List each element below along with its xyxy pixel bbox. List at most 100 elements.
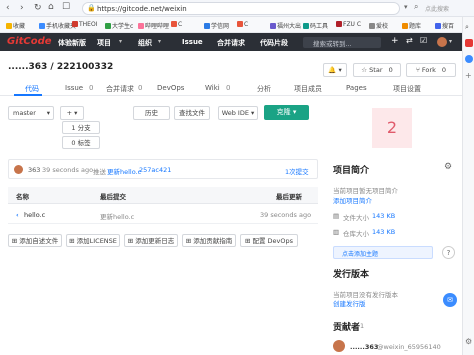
- side-add-icon[interactable]: +: [465, 71, 472, 80]
- bookmark-item[interactable]: 爱校: [369, 21, 388, 30]
- gitcode-logo[interactable]: GitCode: [7, 36, 52, 47]
- web-ide-label: Web IDE: [221, 109, 249, 117]
- add-license-button[interactable]: ⊞ 添加LICENSE: [66, 234, 120, 247]
- branch-select[interactable]: master ▾: [8, 106, 54, 120]
- forward-icon[interactable]: ›: [20, 3, 24, 13]
- nav-groups[interactable]: 组织: [138, 38, 152, 48]
- todo-icon[interactable]: ☑: [420, 36, 427, 45]
- refresh-icon[interactable]: ↻: [34, 3, 42, 13]
- url-input[interactable]: 🔒 https://gitcode.net/weixin: [82, 2, 400, 15]
- commit-message[interactable]: 更新hello.c: [107, 166, 141, 176]
- tab-wiki[interactable]: Wiki: [205, 84, 220, 92]
- table-row[interactable]: ‹ hello.c 更新hello.c 39 seconds ago: [8, 206, 318, 224]
- avatar[interactable]: [437, 37, 447, 47]
- back-icon[interactable]: ‹: [6, 3, 10, 13]
- commit-count[interactable]: 1次提交: [285, 166, 309, 176]
- bookmark-item[interactable]: FZU C: [336, 21, 361, 28]
- bookmark-item[interactable]: 搜百: [435, 21, 454, 30]
- file-commit[interactable]: 更新hello.c: [100, 211, 134, 221]
- project-intro-title: 项目简介: [333, 166, 370, 176]
- fork-icon: ⑂: [415, 66, 420, 74]
- clone-button[interactable]: 克隆 ▾: [264, 105, 309, 120]
- browser-search-placeholder[interactable]: 点此搜索: [425, 4, 449, 13]
- nav-merge-requests[interactable]: 合并请求: [217, 38, 245, 48]
- contributor-name[interactable]: ......363: [350, 343, 378, 351]
- add-intro-link[interactable]: 添加项目简介: [333, 195, 372, 205]
- bookmark-item[interactable]: 题库: [402, 21, 421, 30]
- history-button[interactable]: 历史: [133, 106, 170, 120]
- create-release-link[interactable]: 创建发行版: [333, 298, 366, 308]
- commit-author[interactable]: 363: [28, 166, 40, 174]
- nav-projects[interactable]: 项目: [97, 38, 111, 48]
- bookmark-favicon-icon: [336, 21, 342, 27]
- search-icon[interactable]: ⌕: [414, 2, 418, 12]
- bookmark-label: C: [244, 21, 249, 28]
- mr-icon[interactable]: ⇄: [406, 36, 413, 45]
- branch-select-value: master: [13, 109, 36, 117]
- bookmark-item[interactable]: 大学生c: [105, 21, 133, 30]
- side-blue-icon[interactable]: [465, 55, 473, 63]
- add-contributing-label: 添加贡献指南: [193, 237, 233, 245]
- tab-settings[interactable]: 项目设置: [393, 84, 421, 94]
- tab-code[interactable]: 代码: [25, 84, 39, 94]
- tab-pages[interactable]: Pages: [346, 84, 367, 92]
- tags-stat[interactable]: 0 标签: [62, 136, 100, 149]
- tab-merge-requests[interactable]: 合并请求: [106, 84, 134, 94]
- repo-name[interactable]: ......363 / 222100332: [8, 62, 113, 72]
- bookmark-item[interactable]: 学信网: [204, 21, 229, 30]
- add-changelog-button[interactable]: ⊞ 添加更新日志: [124, 234, 178, 247]
- bookmark-item[interactable]: C: [171, 21, 182, 28]
- plus-box-icon: ⊞: [69, 237, 75, 245]
- nav-search-input[interactable]: 搜索或转到...: [303, 37, 381, 48]
- help-icon[interactable]: ?: [442, 246, 455, 259]
- bookmark-item[interactable]: 福州大出: [270, 21, 301, 30]
- bookmark-item[interactable]: 哔哩哔哩: [138, 21, 169, 30]
- chevron-down-icon: ▾: [46, 109, 50, 117]
- home-icon[interactable]: ⌂: [48, 2, 54, 12]
- add-readme-button[interactable]: ⊞ 添加自述文件: [8, 234, 62, 247]
- bookmarks-bar: 收藏 手机收藏夹 THEOI 大学生c 哔哩哔哩 C 学信网 C 福州大出 码工具 FZU C 爱校 题…: [0, 17, 474, 33]
- bookmark-item[interactable]: C: [237, 21, 248, 28]
- nav-snippets[interactable]: 代码片段: [260, 38, 288, 48]
- add-dropdown-button[interactable]: + ▾: [60, 106, 84, 120]
- header-name: 名称: [16, 193, 29, 201]
- tab-issue[interactable]: Issue: [65, 84, 83, 92]
- star-button[interactable]: ☆ Star 0: [353, 63, 401, 77]
- side-red-icon[interactable]: [465, 39, 473, 47]
- web-ide-button[interactable]: Web IDE ▾: [218, 106, 258, 120]
- chat-icon[interactable]: ✉: [443, 293, 457, 307]
- tab-members[interactable]: 项目成员: [294, 84, 322, 94]
- bookmark-item[interactable]: 手机收藏夹: [39, 21, 76, 30]
- chevron-down-icon[interactable]: ▾: [449, 38, 452, 45]
- fork-button[interactable]: ⑂ Fork 0: [406, 63, 456, 77]
- file-icon: ‹: [16, 211, 19, 219]
- branches-stat[interactable]: 1 分支: [62, 121, 100, 134]
- chevron-down-icon: ▾: [119, 38, 123, 45]
- configure-devops-label: 配置 DevOps: [252, 237, 294, 245]
- find-file-button[interactable]: 查找文件: [174, 106, 210, 120]
- file-name[interactable]: hello.c: [24, 211, 45, 219]
- commit-hash[interactable]: 257ac421: [139, 166, 171, 174]
- nav-search-placeholder: 搜索或转到...: [313, 40, 352, 48]
- nav-issues[interactable]: Issue: [182, 38, 203, 46]
- repo-tabs: 代码 Issue 0 合并请求 0 DevOps Wiki 0 分析 项目成员 …: [0, 80, 462, 96]
- add-topics-button[interactable]: 点击添加主题: [333, 246, 433, 259]
- bookmark-item[interactable]: 收藏: [6, 21, 25, 30]
- configure-devops-button[interactable]: ⊞ 配置 DevOps: [240, 234, 298, 247]
- contributor-handle: @weixin_65956140: [377, 343, 441, 351]
- file-size-icon: ▤: [333, 212, 340, 220]
- dropdown-icon[interactable]: ▾: [404, 3, 408, 11]
- nav-new-version[interactable]: 体验新版: [58, 38, 86, 48]
- side-settings-icon[interactable]: ⚙: [465, 337, 472, 346]
- notification-button[interactable]: 🔔 ▾: [323, 63, 347, 77]
- add-contributing-button[interactable]: ⊞ 添加贡献指南: [182, 234, 236, 247]
- tab-devops[interactable]: DevOps: [157, 84, 184, 92]
- bookmark-item[interactable]: THEOI: [72, 21, 97, 28]
- bookmark-item[interactable]: 码工具: [303, 21, 328, 30]
- gear-icon[interactable]: ⚙: [444, 162, 452, 172]
- contributor-avatar[interactable]: [333, 340, 345, 352]
- plus-icon[interactable]: +: [391, 36, 399, 46]
- tab-icon[interactable]: ☐: [62, 2, 70, 12]
- side-search-icon[interactable]: ⌕: [465, 23, 469, 32]
- tab-analytics[interactable]: 分析: [257, 84, 271, 94]
